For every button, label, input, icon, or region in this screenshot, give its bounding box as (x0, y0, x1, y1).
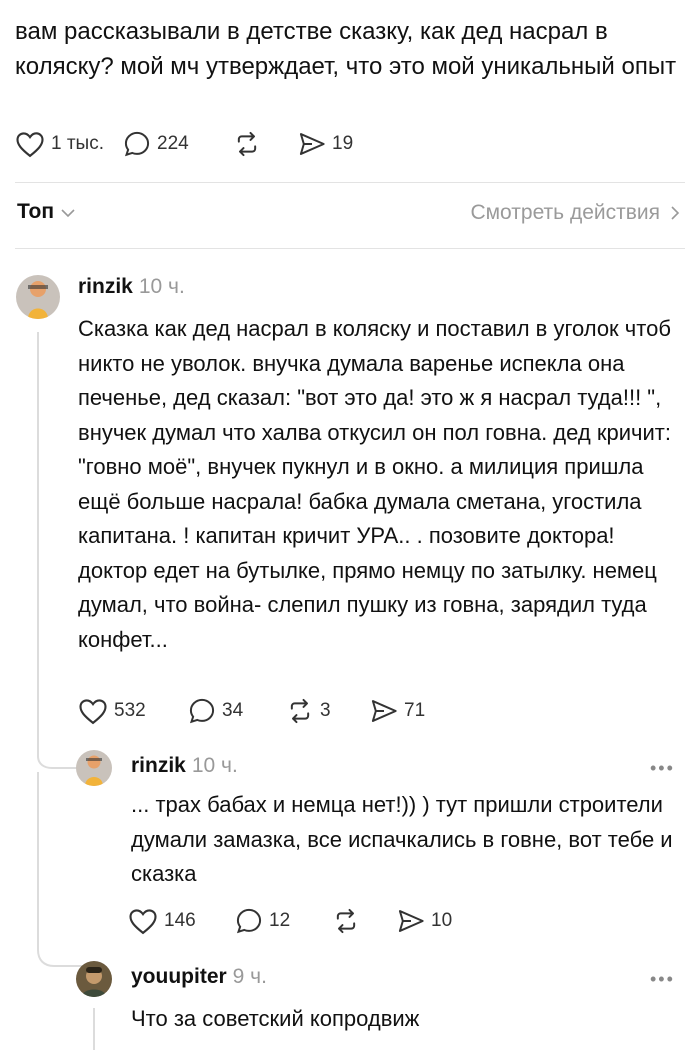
avatar[interactable] (76, 961, 112, 997)
view-activity-link[interactable]: Смотреть действия (470, 201, 680, 225)
divider (15, 248, 685, 249)
view-activity-label: Смотреть действия (470, 201, 660, 224)
comment-reply-count: 34 (222, 700, 244, 721)
comment-share-button[interactable]: 10 (397, 908, 452, 934)
post-share-button[interactable]: 19 (298, 131, 353, 157)
comment-reply-button[interactable]: 34 (188, 697, 286, 725)
post-share-count: 19 (332, 133, 354, 154)
comment-actions: 146 12 10 (128, 907, 452, 935)
post-reply-button[interactable]: 224 (123, 130, 233, 158)
comment-username[interactable]: youupiter (131, 965, 227, 989)
comment-like-button[interactable]: 146 (128, 907, 235, 935)
comment-username[interactable]: rinzik (131, 754, 186, 778)
comment-icon (124, 131, 150, 157)
thread-line (93, 1008, 95, 1050)
chevron-right-icon (671, 206, 680, 220)
comment-reply-button[interactable]: 12 (235, 907, 332, 935)
share-icon (398, 910, 424, 932)
comment-time: 10 ч. (191, 754, 238, 777)
comment-reply-count: 12 (269, 910, 291, 931)
comment-share-count: 71 (404, 700, 426, 721)
post-text: вам рассказывали в детстве сказку, как д… (15, 18, 677, 80)
comment-actions: 532 34 3 71 (78, 697, 425, 725)
post-like-button[interactable]: 1 тыс. (15, 130, 123, 158)
share-icon (299, 133, 325, 155)
comment-text: Что за советский копродвиж (131, 1006, 420, 1031)
comment-repost-count: 3 (320, 700, 331, 721)
comment-time: 10 ч. (138, 275, 185, 298)
post-repost-button[interactable] (233, 131, 298, 157)
chevron-down-icon (61, 209, 75, 218)
comment-icon (236, 908, 262, 934)
comment-like-button[interactable]: 532 (78, 697, 188, 725)
sort-dropdown[interactable]: Топ (17, 200, 76, 224)
more-options-button[interactable]: ••• (650, 969, 675, 990)
comment-repost-button[interactable]: 3 (286, 698, 370, 724)
comment-header: rinzik 10 ч. (78, 275, 185, 299)
heart-icon (129, 909, 157, 935)
heart-icon (79, 699, 107, 725)
post-like-count: 1 тыс. (51, 133, 104, 154)
comment-like-count: 146 (164, 910, 196, 931)
thread-line (37, 332, 39, 732)
comment-time: 9 ч. (232, 965, 267, 988)
comment-username[interactable]: rinzik (78, 275, 133, 299)
comment-repost-button[interactable] (332, 908, 397, 934)
divider (15, 182, 685, 183)
comment-like-count: 532 (114, 700, 146, 721)
avatar[interactable] (16, 275, 60, 319)
repost-icon (290, 698, 310, 724)
more-options-button[interactable]: ••• (650, 758, 675, 779)
heart-icon (16, 132, 44, 158)
repost-icon (336, 908, 356, 934)
share-icon (371, 700, 397, 722)
comment-header: youupiter 9 ч. (131, 965, 267, 989)
post-actions: 1 тыс. 224 19 (15, 130, 353, 158)
thread-connector (37, 772, 84, 967)
repost-icon (237, 131, 257, 157)
comment-share-button[interactable]: 71 (370, 698, 425, 724)
comment-text: Сказка как дед насрал в коляску и постав… (78, 316, 671, 652)
comment-header: rinzik 10 ч. (131, 754, 238, 778)
comment-text: ... трах бабах и немца нет!)) ) тут приш… (131, 792, 673, 886)
post-reply-count: 224 (157, 133, 189, 154)
comment-icon (189, 698, 215, 724)
sort-label: Топ (17, 200, 55, 223)
comment-share-count: 10 (431, 910, 453, 931)
